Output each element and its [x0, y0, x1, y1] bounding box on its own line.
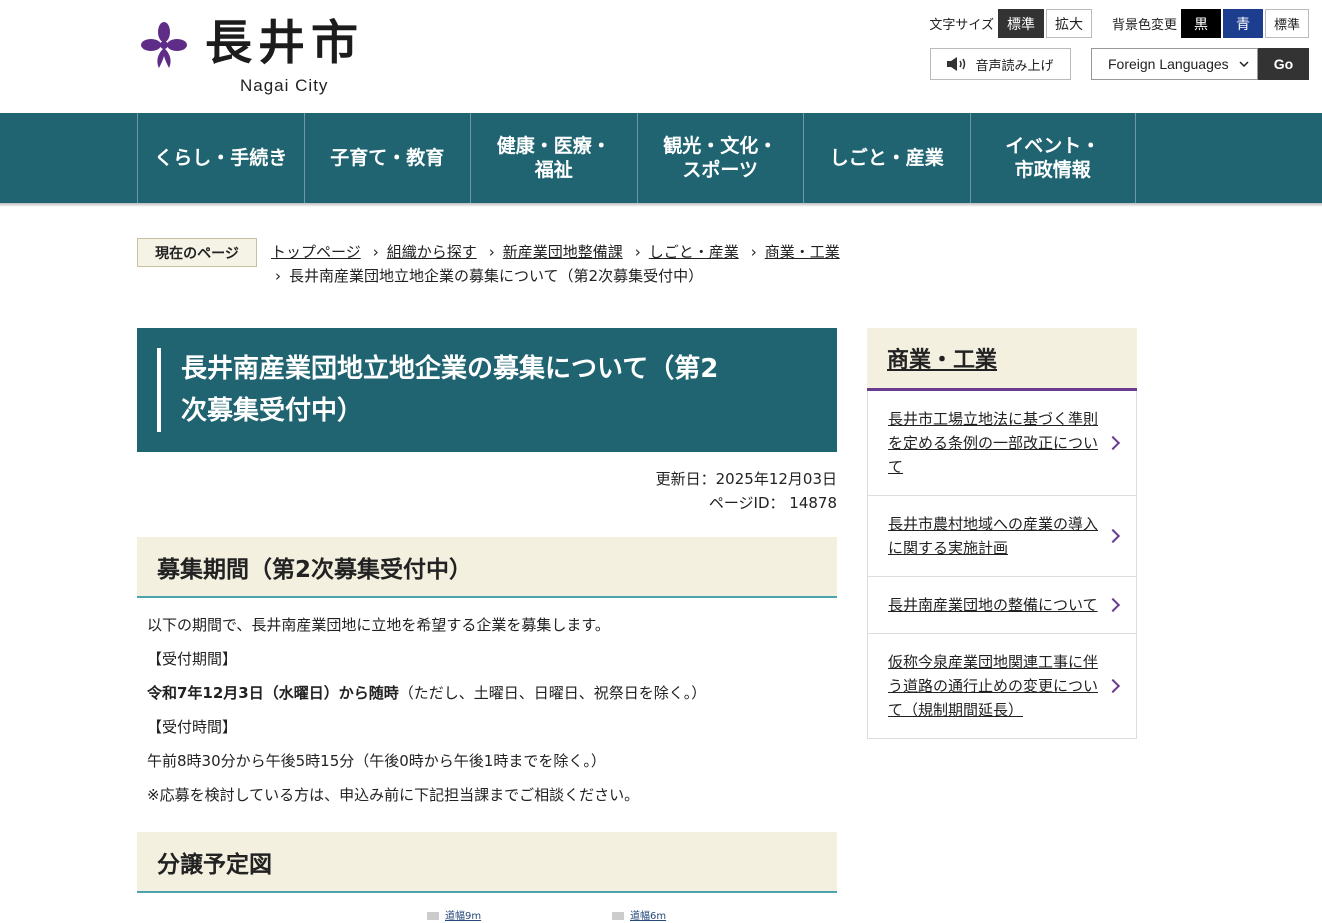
page-id: ページID： 14878	[708, 494, 837, 512]
updated-date: 更新日：2025年12月03日	[655, 470, 837, 488]
breadcrumb-label: 現在のページ	[137, 238, 257, 267]
section-heading-recruitment: 募集期間（第2次募集受付中）	[137, 537, 837, 598]
read-aloud-label: 音声読み上げ	[975, 58, 1054, 74]
sidebar-item-link[interactable]: 長井市工場立地法に基づく準則を定める条例の一部改正について	[888, 407, 1098, 479]
nav-item-label: くらし・手続き	[154, 147, 288, 169]
bg-blue-button[interactable]: 青	[1222, 9, 1263, 38]
language-go-button[interactable]: Go	[1258, 48, 1309, 80]
reception-period-note: （ただし、土曜日、日曜日、祝祭日を除く。）	[398, 684, 707, 702]
reception-period-label: 【受付期間】	[147, 650, 238, 668]
chevron-right-icon	[1105, 597, 1121, 613]
font-size-standard-button[interactable]: 標準	[997, 9, 1044, 38]
nav-shadow	[0, 203, 1322, 207]
sidebar-heading-label: 商業・工業	[887, 348, 998, 373]
breadcrumb-link-commerce[interactable]: 商業・工業	[765, 243, 840, 261]
section-body-recruitment: 以下の期間で、長井南産業団地に立地を希望する企業を募集します。 【受付期間】 令…	[137, 598, 837, 812]
map-legend-marker	[612, 912, 624, 920]
consult-note: ※応募を検討している方は、申込み前に下記担当課までご相談ください。	[147, 786, 640, 804]
reception-time: 午前8時30分から午後5時15分（午後0時から午後1時までを除く。）	[147, 752, 606, 770]
reception-period-dates: 令和7年12月3日（水曜日）から随時	[147, 684, 399, 702]
language-select-value: Foreign Languages	[1108, 56, 1229, 72]
nav-item-label: 健康・医療・	[496, 135, 611, 157]
font-size-label: 文字サイズ	[929, 18, 994, 33]
speaker-icon	[947, 57, 966, 71]
sidebar-item[interactable]: 長井市農村地域への産業の導入に関する実施計画	[868, 495, 1136, 576]
font-size-large-button[interactable]: 拡大	[1045, 9, 1092, 38]
chevron-right-icon	[1105, 435, 1121, 451]
page-title: 長井南産業団地立地企業の募集について（第2 次募集受付中）	[137, 328, 837, 452]
breadcrumb-current: › 長井南産業団地立地企業の募集について（第2次募集受付中）	[271, 264, 1031, 288]
sidebar-item-link[interactable]: 仮称今泉産業団地関連工事に伴う道路の通行止めの変更について（規制期間延長）	[888, 650, 1098, 722]
breadcrumb-list: トップページ › 組織から探す › 新産業団地整備課 › しごと・産業 › 商業・工業 › 長井南…	[271, 240, 1031, 288]
nav-item-health[interactable]: 健康・医療・ 福祉	[470, 113, 637, 203]
nav-item-label: 観光・文化・	[663, 135, 778, 157]
plan-map-preview: 道幅9m 道幅6m	[137, 893, 837, 923]
breadcrumb-current-label: 長井南産業団地立地企業の募集について（第2次募集受付中）	[289, 267, 704, 285]
update-info: 更新日：2025年12月03日 ページID： 14878	[137, 467, 837, 515]
chevron-down-icon	[1239, 61, 1249, 67]
reception-time-label: 【受付時間】	[147, 718, 238, 736]
nav-item-childcare[interactable]: 子育て・教育	[303, 113, 471, 203]
iris-logo-icon	[141, 22, 187, 68]
section-heading-plan-map: 分譲予定図	[137, 832, 837, 893]
global-nav: くらし・手続き 子育て・教育 健康・医療・ 福祉 観光・文化・ スポーツ しごと・産…	[0, 113, 1322, 203]
bg-standard-button[interactable]: 標準	[1264, 9, 1309, 38]
sidebar-item[interactable]: 長井市工場立地法に基づく準則を定める条例の一部改正について	[868, 391, 1136, 495]
sidebar-item[interactable]: 長井南産業団地の整備について	[868, 576, 1136, 633]
page-title-line1: 長井南産業団地立地企業の募集について（第2	[181, 354, 719, 384]
nav-item-label: 市政情報	[1014, 159, 1091, 181]
nav-item-work[interactable]: しごと・産業	[803, 113, 970, 203]
sidebar-item[interactable]: 仮称今泉産業団地関連工事に伴う道路の通行止めの変更について（規制期間延長）	[868, 633, 1136, 738]
reception-period: 令和7年12月3日（水曜日）から随時（ただし、土曜日、日曜日、祝祭日を除く。）	[147, 676, 827, 710]
read-aloud-button[interactable]: 音声読み上げ	[930, 48, 1071, 80]
main-content: 長井南産業団地立地企業の募集について（第2 次募集受付中） 更新日：2025年1…	[137, 328, 837, 923]
language-select[interactable]: Foreign Languages	[1091, 48, 1258, 80]
bg-color-label: 背景色変更	[1111, 18, 1177, 33]
breadcrumb-link-org[interactable]: 組織から探す	[387, 243, 477, 261]
breadcrumb-separator-icon: ›	[275, 267, 281, 285]
nav-item-label: スポーツ	[682, 159, 759, 181]
chevron-right-icon	[1105, 678, 1121, 694]
intro-text: 以下の期間で、長井南産業団地に立地を希望する企業を募集します。	[147, 616, 610, 634]
logo-title: 長井市	[205, 16, 364, 71]
sidebar-item-link[interactable]: 長井南産業団地の整備について	[888, 593, 1098, 617]
map-legend-marker	[427, 912, 439, 920]
nav-item-label: しごと・産業	[829, 147, 944, 169]
nav-item-label: 福祉	[534, 159, 573, 181]
map-label-road9m: 道幅9m	[445, 911, 482, 922]
nav-item-living[interactable]: くらし・手続き	[137, 113, 304, 203]
nav-item-events[interactable]: イベント・ 市政情報	[969, 113, 1136, 203]
bg-black-button[interactable]: 黒	[1180, 9, 1221, 38]
breadcrumb-link-work[interactable]: しごと・産業	[649, 243, 739, 261]
site-logo[interactable]: 長井市 Nagai City	[139, 14, 379, 104]
map-label-road6m: 道幅6m	[630, 911, 667, 922]
breadcrumb-link-dept[interactable]: 新産業団地整備課	[503, 243, 623, 261]
breadcrumb-link-top[interactable]: トップページ	[271, 243, 361, 261]
nav-item-label: イベント・	[1005, 135, 1101, 157]
chevron-right-icon	[1105, 528, 1121, 544]
page-title-line2: 次募集受付中）	[181, 396, 364, 426]
sidebar-list: 長井市工場立地法に基づく準則を定める条例の一部改正について 長井市農村地域への産…	[867, 391, 1137, 739]
sidebar-heading[interactable]: 商業・工業	[867, 328, 1137, 391]
nav-item-label: 子育て・教育	[330, 147, 445, 169]
breadcrumb-separator-icon: ›	[634, 243, 641, 261]
display-settings: 文字サイズ 標準 拡大 背景色変更 黒 青 標準	[929, 9, 1309, 38]
nav-item-tourism[interactable]: 観光・文化・ スポーツ	[636, 113, 804, 203]
breadcrumb-separator-icon: ›	[750, 243, 757, 261]
breadcrumb-separator-icon: ›	[372, 243, 379, 261]
sidebar-item-link[interactable]: 長井市農村地域への産業の導入に関する実施計画	[888, 512, 1098, 560]
breadcrumb-separator-icon: ›	[488, 243, 495, 261]
site-header: 長井市 Nagai City 文字サイズ 標準 拡大 背景色変更 黒 青 標準 …	[0, 0, 1322, 113]
utility-actions: 音声読み上げ Foreign Languages Go	[930, 48, 1309, 80]
logo-subtitle: Nagai City	[240, 76, 329, 95]
sidebar: 商業・工業 長井市工場立地法に基づく準則を定める条例の一部改正について 長井市農…	[867, 328, 1137, 739]
